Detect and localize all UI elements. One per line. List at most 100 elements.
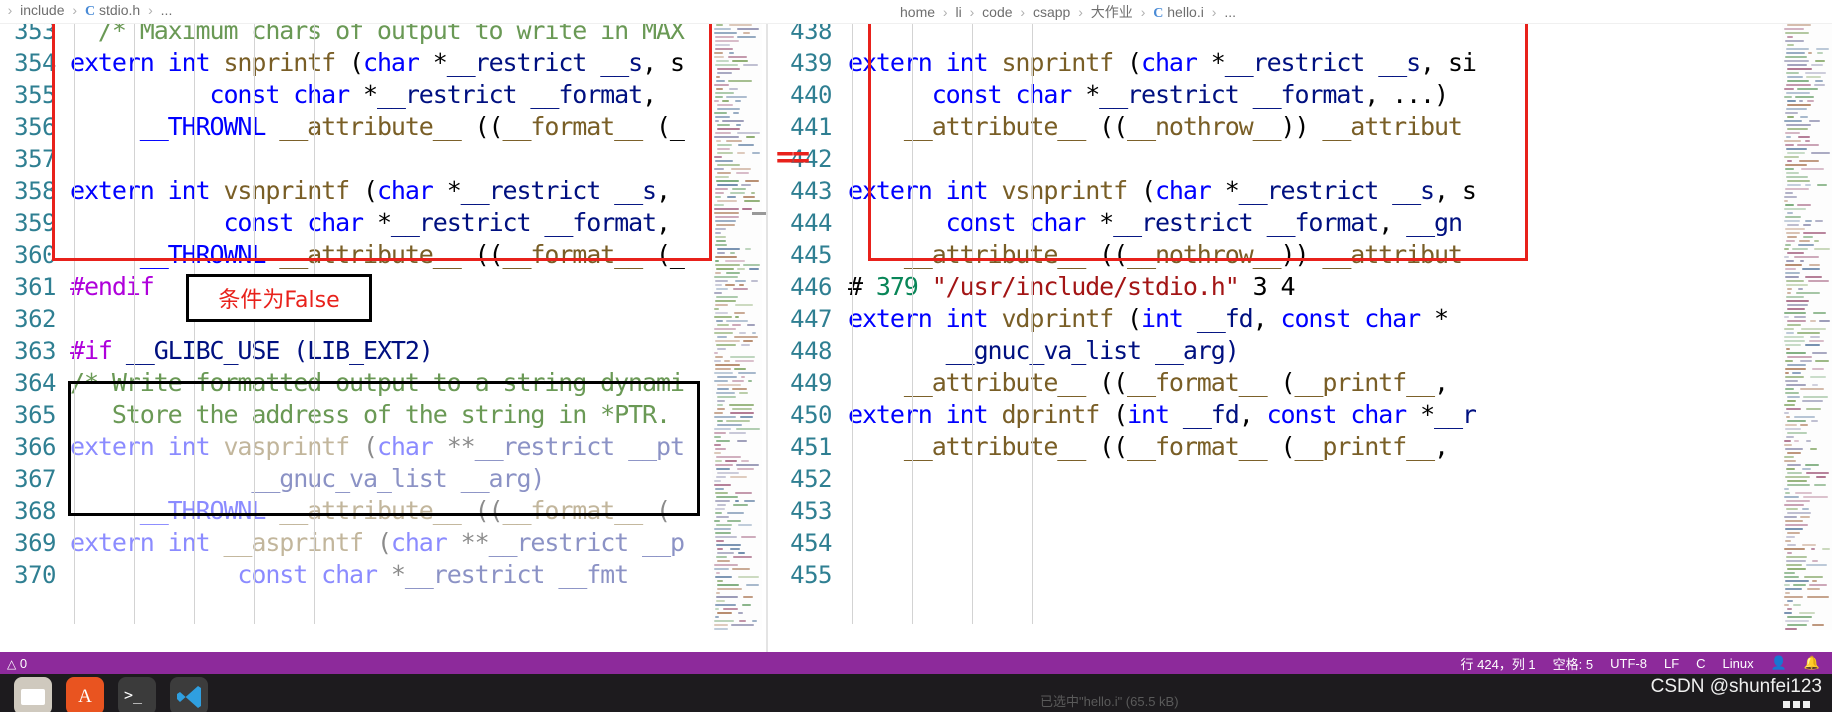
remote-platform[interactable]: Linux bbox=[1723, 656, 1754, 671]
code-line[interactable]: __attribute__ ((__nothrow__)) __attribut bbox=[848, 111, 1463, 143]
code-line[interactable]: #endif bbox=[70, 271, 155, 303]
code-line[interactable]: const char *__restrict __format, __gn bbox=[848, 207, 1463, 239]
code-line[interactable]: __gnuc_va_list __arg) bbox=[70, 463, 545, 495]
files-icon[interactable] bbox=[14, 677, 52, 712]
minimap-line bbox=[1794, 440, 1799, 442]
eol-setting[interactable]: LF bbox=[1664, 656, 1679, 671]
code-line[interactable]: __attribute__ ((__format__ (__printf__, bbox=[848, 367, 1449, 399]
minimap-left[interactable] bbox=[712, 0, 762, 630]
minimap-line bbox=[1786, 172, 1799, 174]
encoding-setting[interactable]: UTF-8 bbox=[1610, 656, 1647, 671]
code-token: int bbox=[1141, 304, 1197, 333]
code-token: /* Maximum chars of output to write in M… bbox=[70, 24, 685, 45]
minimap-line bbox=[1785, 528, 1803, 530]
minimap-line bbox=[1787, 252, 1804, 254]
code-line[interactable]: Store the address of the string in *PTR. bbox=[70, 399, 671, 431]
breadcrumb-part[interactable]: 大作业 bbox=[1091, 4, 1133, 20]
breadcrumb-part[interactable]: hello.i bbox=[1167, 4, 1204, 20]
minimap-line bbox=[1784, 140, 1801, 142]
minimap-line bbox=[717, 336, 727, 338]
code-line[interactable]: #if __GLIBC_USE (LIB_EXT2) bbox=[70, 335, 434, 367]
code-line[interactable]: extern int snprintf (char *__restrict __… bbox=[70, 47, 685, 79]
code-line[interactable]: const char *__restrict __format, ...) bbox=[848, 79, 1449, 111]
editor-pane-left[interactable]: 353 354 355 356 357 358 359 360 361 362 363 364 365 3… bbox=[0, 24, 762, 654]
indentation-setting[interactable]: 空格: 5 bbox=[1553, 654, 1593, 673]
code-line[interactable]: const char *__restrict __fmt bbox=[70, 559, 629, 591]
minimap-line bbox=[1799, 612, 1815, 614]
editor-split-divider[interactable] bbox=[766, 24, 768, 654]
breadcrumb-part[interactable]: home bbox=[900, 4, 935, 20]
warnings-indicator[interactable]: △ 0 bbox=[7, 656, 27, 671]
code-line[interactable]: extern int vdprintf (int __fd, const cha… bbox=[848, 303, 1449, 335]
language-mode[interactable]: C bbox=[1696, 656, 1705, 671]
minimap-line bbox=[1796, 292, 1820, 294]
breadcrumb-part[interactable]: ... bbox=[161, 2, 173, 18]
code-token: char bbox=[321, 560, 391, 589]
breadcrumb-left[interactable]: sr › include › C stdio.h › ... bbox=[0, 2, 173, 20]
minimap-line bbox=[714, 316, 732, 318]
minimap-line bbox=[717, 172, 731, 174]
code-line[interactable]: extern int vsnprintf (char *__restrict _… bbox=[848, 175, 1477, 207]
minimap-line bbox=[714, 480, 721, 482]
vscode-logo-svg bbox=[177, 686, 201, 708]
code-line[interactable]: extern int dprintf (int __fd, const char… bbox=[848, 399, 1477, 431]
code-line[interactable]: const char *__restrict __format, bbox=[70, 207, 671, 239]
code-token: int bbox=[167, 48, 224, 77]
code-token: __THROWNL bbox=[139, 240, 280, 269]
code-line[interactable]: /* Maximum chars of output to write in M… bbox=[70, 24, 685, 47]
minimap-line bbox=[1803, 232, 1826, 234]
breadcrumb-part[interactable]: include bbox=[20, 2, 64, 18]
code-token: ( bbox=[655, 496, 671, 525]
code-line[interactable]: /* Write formatted output to a string dy… bbox=[70, 367, 685, 399]
code-line[interactable]: # 379 "/usr/include/stdio.h" 3 4 bbox=[848, 271, 1296, 303]
code-token: ( bbox=[376, 528, 392, 557]
minimap-line bbox=[1785, 580, 1809, 582]
code-content-left[interactable]: /* Maximum chars of output to write in M… bbox=[70, 24, 762, 654]
cursor-position[interactable]: 行 424，列 1 bbox=[1461, 654, 1536, 673]
code-line[interactable]: extern int vasprintf (char **__restrict … bbox=[70, 431, 685, 463]
code-line[interactable]: const char *__restrict __format, bbox=[70, 79, 658, 111]
breadcrumb-part[interactable]: csapp bbox=[1033, 4, 1070, 20]
selection-tooltip: 已选中"hello.i" (65.5 kB) bbox=[1040, 694, 1179, 709]
bell-icon[interactable]: 🔔 bbox=[1804, 655, 1820, 671]
minimap-line bbox=[715, 216, 739, 218]
editor-pane-right[interactable]: 438 439 440 441 442 443 444 445 446 447 448 449 450 4… bbox=[770, 24, 1832, 654]
breadcrumb-part[interactable]: code bbox=[982, 4, 1012, 20]
breadcrumb-right[interactable]: home › li › code › csapp › 大作业 › C hello… bbox=[900, 2, 1236, 22]
breadcrumb-part[interactable]: li bbox=[955, 4, 961, 20]
code-token: __s bbox=[1378, 48, 1421, 77]
terminal-icon[interactable] bbox=[118, 677, 156, 712]
vscode-icon[interactable] bbox=[170, 677, 208, 712]
minimap-line bbox=[1785, 628, 1797, 630]
minimap-line bbox=[1813, 312, 1826, 314]
app-store-icon[interactable] bbox=[66, 677, 104, 712]
minimap-line bbox=[746, 584, 759, 586]
code-token: __restrict bbox=[474, 432, 629, 461]
code-content-right[interactable]: extern int snprintf (char *__restrict __… bbox=[848, 24, 1832, 654]
minimap-line bbox=[1785, 376, 1804, 378]
minimap-line bbox=[716, 596, 738, 598]
warning-triangle-icon: △ bbox=[7, 656, 17, 671]
minimap-line bbox=[1811, 420, 1818, 422]
code-line[interactable]: __THROWNL __attribute__ ((__format__ (_ bbox=[70, 111, 685, 143]
minimap-line bbox=[715, 116, 730, 118]
code-line[interactable]: extern int vsnprintf (char *__restrict _… bbox=[70, 175, 671, 207]
code-line[interactable]: __gnuc_va_list __arg) bbox=[848, 335, 1240, 367]
line-number: 452 bbox=[790, 465, 832, 493]
account-icon[interactable]: 👤 bbox=[1771, 655, 1787, 671]
code-line[interactable]: extern int snprintf (char *__restrict __… bbox=[848, 47, 1477, 79]
minimap-right[interactable] bbox=[1782, 0, 1832, 630]
breadcrumb-part[interactable]: ... bbox=[1224, 4, 1236, 20]
code-line[interactable]: __attribute__ ((__format__ (__printf__, bbox=[848, 431, 1449, 463]
code-token: char bbox=[1015, 80, 1086, 109]
minimap-line bbox=[743, 264, 760, 266]
breadcrumb-part[interactable]: stdio.h bbox=[99, 2, 140, 18]
code-line[interactable]: extern int __asprintf (char **__restrict… bbox=[70, 527, 685, 559]
minimap-line bbox=[1805, 276, 1822, 278]
code-line[interactable]: __THROWNL __attribute__ ((__format__ (_ bbox=[70, 239, 685, 271]
code-line[interactable]: __attribute__ ((__nothrow__)) __attribut bbox=[848, 239, 1463, 271]
minimap-line bbox=[728, 80, 752, 82]
minimap-line bbox=[717, 348, 726, 350]
code-line[interactable]: __THROWNL __attribute__ ((__format__ ( bbox=[70, 495, 671, 527]
